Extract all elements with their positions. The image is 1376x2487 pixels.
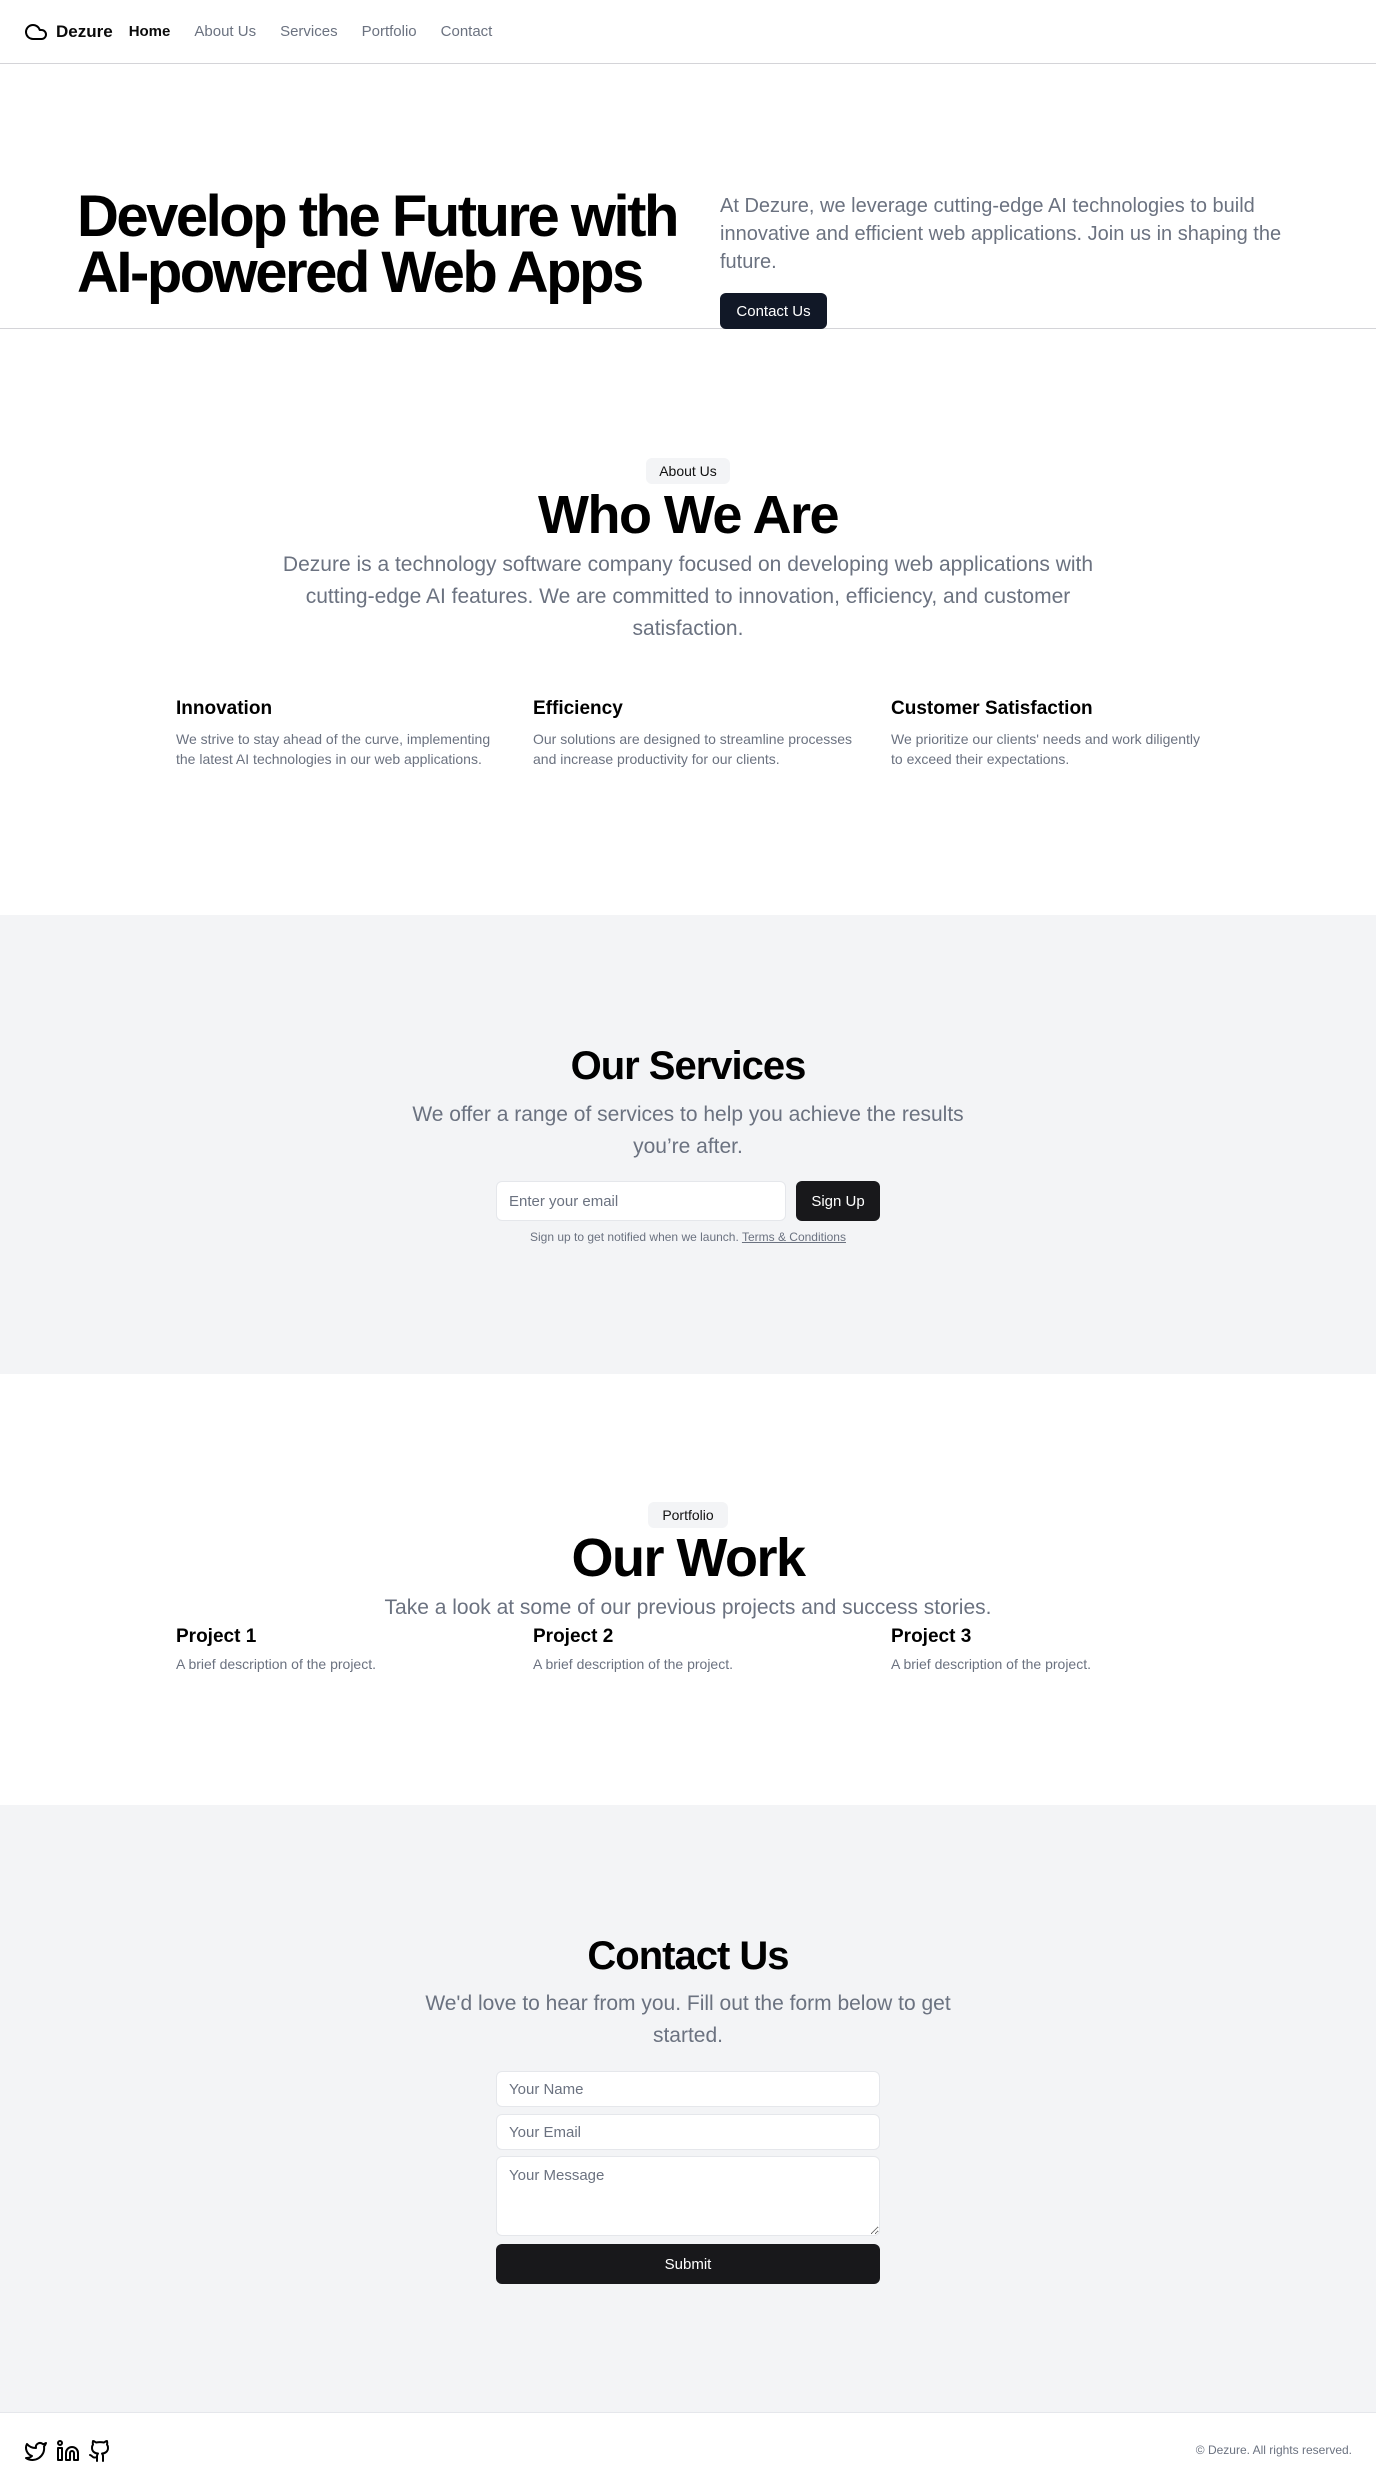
project-description: A brief description of the project. (533, 1656, 733, 1672)
about-title: Who We Are (537, 485, 840, 545)
nav-contact[interactable]: Contact (441, 23, 493, 40)
services-title: Our Services (570, 1044, 807, 1088)
contact-description: We'd love to hear from you. Fill out the… (425, 1992, 951, 2047)
portfolio-section: Portfolio Our Work Take a look at some o… (0, 1374, 1376, 1805)
signup-note-text: Sign up to get notified when we launch. (530, 1230, 739, 1244)
contact-us-button[interactable]: Contact Us (720, 293, 827, 329)
hero-title: Develop the Future with AI-powered Web A… (77, 188, 697, 302)
linkedin-icon[interactable] (56, 2439, 80, 2463)
project-description: A brief description of the project. (891, 1656, 1091, 1672)
brand[interactable]: Dezure (24, 20, 113, 44)
feature-description: Our solutions are designed to streamline… (533, 731, 853, 767)
project-title: Project 3 (891, 1626, 972, 1647)
about-badge: About Us (646, 458, 730, 484)
signup-note: Sign up to get notified when we launch. … (0, 1230, 1376, 1244)
nav-about[interactable]: About Us (194, 23, 256, 40)
sign-up-button[interactable]: Sign Up (796, 1181, 880, 1221)
portfolio-description: Take a look at some of our previous proj… (384, 1596, 992, 1619)
nav-services[interactable]: Services (280, 23, 338, 40)
portfolio-title: Our Work (571, 1528, 806, 1588)
project-description: A brief description of the project. (176, 1656, 376, 1672)
brand-name: Dezure (56, 21, 113, 41)
nav-home[interactable]: Home (129, 23, 171, 40)
project-title: Project 1 (176, 1626, 257, 1647)
footer: © Dezure. All rights reserved. (0, 2412, 1376, 2487)
services-description: We offer a range of services to help you… (412, 1103, 964, 1158)
hero-title-line-2: AI-powered Web Apps (77, 240, 644, 305)
email-field[interactable] (496, 2114, 880, 2150)
github-icon[interactable] (88, 2439, 112, 2463)
feature-efficiency: Efficiency Our solutions are designed to… (533, 697, 853, 769)
copyright: © Dezure. All rights reserved. (1195, 2443, 1352, 2457)
feature-title: Customer Satisfaction (891, 698, 1093, 719)
twitter-icon[interactable] (24, 2439, 48, 2463)
top-nav: Dezure Home About Us Services Portfolio … (0, 0, 1376, 64)
about-section: About Us Who We Are Dezure is a technolo… (0, 329, 1376, 915)
project-card[interactable]: Project 1 A brief description of the pro… (176, 1625, 496, 1674)
feature-innovation: Innovation We strive to stay ahead of th… (176, 697, 496, 769)
feature-description: We prioritize our clients' needs and wor… (891, 731, 1201, 767)
contact-title: Contact Us (587, 1934, 789, 1978)
social-links (24, 2439, 112, 2463)
project-card[interactable]: Project 3 A brief description of the pro… (891, 1625, 1211, 1674)
feature-title: Efficiency (533, 698, 623, 719)
nav-portfolio[interactable]: Portfolio (362, 23, 417, 40)
terms-link[interactable]: Terms & Conditions (742, 1230, 846, 1244)
feature-customer-satisfaction: Customer Satisfaction We prioritize our … (891, 697, 1211, 769)
project-card[interactable]: Project 2 A brief description of the pro… (533, 1625, 853, 1674)
cloud-icon (24, 20, 48, 44)
hero-description: At Dezure, we leverage cutting-edge AI t… (720, 195, 1282, 273)
feature-description: We strive to stay ahead of the curve, im… (176, 731, 491, 767)
submit-button[interactable]: Submit (496, 2244, 880, 2284)
services-section: Our Services We offer a range of service… (0, 915, 1376, 1374)
about-description: Dezure is a technology software company … (282, 553, 1094, 640)
feature-title: Innovation (176, 698, 273, 719)
contact-section: Contact Us We'd love to hear from you. F… (0, 1805, 1376, 2412)
project-title: Project 2 (533, 1626, 614, 1647)
hero-section: Develop the Future with AI-powered Web A… (0, 64, 1376, 329)
nav-links: Home About Us Services Portfolio Contact (129, 23, 493, 40)
signup-email-input[interactable] (496, 1181, 786, 1221)
portfolio-badge: Portfolio (648, 1502, 728, 1528)
message-field[interactable] (496, 2156, 880, 2236)
name-field[interactable] (496, 2071, 880, 2107)
